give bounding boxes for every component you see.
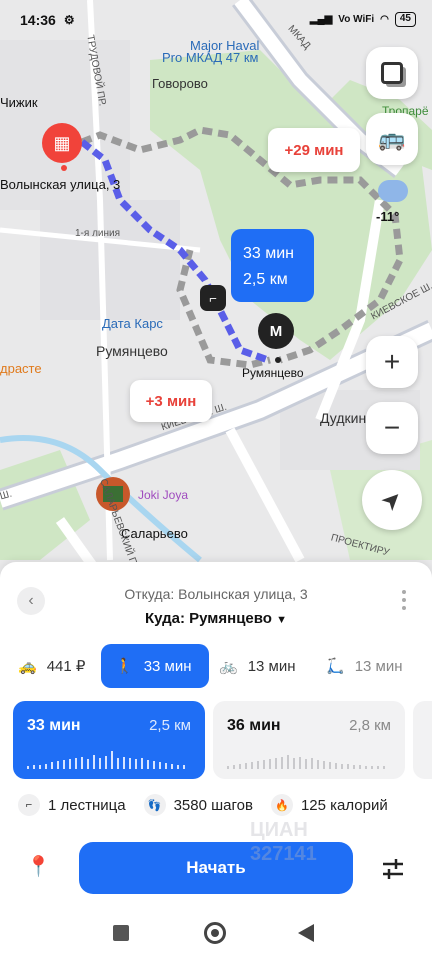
bike-icon: 🚲: [219, 658, 238, 675]
map-label-first-line: 1-я линия: [75, 228, 121, 239]
footprints-icon: 👣: [143, 794, 166, 816]
add-location-pin-icon: 📍: [26, 856, 51, 878]
dropdown-triangle-icon: ▼: [276, 614, 288, 626]
start-button[interactable]: Начать: [79, 842, 353, 894]
wifi-icon: ◠: [380, 14, 389, 25]
route-variant-2[interactable]: 36 мин 2,8 км: [213, 701, 405, 779]
battery-indicator: 45: [394, 12, 416, 27]
back-nav-button[interactable]: [298, 924, 314, 942]
stat-calories: 🔥 125 калорий: [270, 794, 388, 816]
zoom-in-button[interactable]: +: [366, 336, 418, 388]
map-label-rumyantsevo-area: Румянцево: [96, 343, 168, 359]
flame-icon: 🔥: [270, 794, 293, 816]
add-stop-button[interactable]: 📍: [26, 854, 54, 882]
stairs-marker-icon: ⌐: [200, 285, 226, 311]
stat-steps-label: 3580 шагов: [173, 796, 253, 814]
stairs-icon: ⌐: [18, 794, 40, 816]
variant-2-distance: 2,8 км: [349, 717, 391, 734]
my-location-button[interactable]: ➤: [362, 470, 422, 530]
metro-marker[interactable]: М: [258, 313, 294, 349]
status-time: 14:36: [20, 12, 56, 28]
map-label-joki-joya[interactable]: Joki Joya: [138, 488, 188, 502]
gear-icon: ⚙: [63, 13, 75, 27]
variant-1-elevation-graph: [27, 751, 185, 769]
mode-taxi-tab[interactable]: 🚕 441 ₽: [18, 644, 85, 688]
signal-icon: ▂▄▆: [309, 14, 333, 25]
scooter-icon: 🛴: [326, 658, 345, 675]
home-button[interactable]: [204, 922, 226, 944]
plus-icon: +: [383, 346, 401, 377]
mode-walk-tab[interactable]: 🚶 33 мин: [101, 644, 209, 688]
route-bubble-time: 33 мин: [243, 245, 295, 262]
stat-stairs: ⌐ 1 лестница: [18, 794, 126, 816]
stat-steps: 👣 3580 шагов: [143, 794, 253, 816]
mode-scooter-tab[interactable]: 🛴 13 мин: [326, 644, 403, 688]
mode-bike-label: 13 мин: [247, 657, 296, 675]
mode-taxi-label: 441 ₽: [46, 658, 86, 675]
map-label-data-kars[interactable]: Дата Карс: [102, 316, 163, 331]
transport-button[interactable]: 🚌: [366, 113, 418, 165]
system-nav-bar: [0, 910, 432, 960]
layers-icon: [381, 62, 403, 84]
status-bar: 14:36 ⚙ ▂▄▆ Vo WiFi ◠ 45: [0, 0, 432, 40]
wifi-calling-label: Vo WiFi: [338, 14, 375, 25]
zoom-out-button[interactable]: −: [366, 402, 418, 454]
map-view[interactable]: 14:36 ⚙ ▂▄▆ Vo WiFi ◠ 45 Major Haval Pro…: [0, 0, 432, 590]
mode-bike-tab[interactable]: 🚲 13 мин: [219, 644, 296, 688]
route-bubble-distance: 2,5 км: [243, 271, 288, 288]
alt-route-time-top[interactable]: +29 мин: [268, 128, 360, 172]
to-address[interactable]: Куда: Румянцево ▼: [0, 610, 432, 627]
route-stats: ⌐ 1 лестница 👣 3580 шагов 🔥 125 калорий: [18, 794, 406, 816]
weather-temp[interactable]: -11°: [376, 209, 399, 224]
taxi-icon: 🚕: [18, 658, 37, 675]
route-panel: ‹ Откуда: Волынская улица, 3 Куда: Румян…: [0, 562, 432, 910]
map-label-chizhik[interactable]: Чижик: [0, 95, 38, 110]
route-time-bubble[interactable]: 33 мин 2,5 км: [231, 229, 314, 302]
status-indicators: ▂▄▆ Vo WiFi ◠ 45: [310, 12, 416, 27]
from-address[interactable]: Откуда: Волынская улица, 3: [0, 586, 432, 602]
map-label-origin: Волынская улица, 3: [0, 177, 121, 192]
variant-2-elevation-graph: [227, 755, 385, 769]
mode-scooter-label: 13 мин: [354, 657, 403, 675]
walk-icon: 🚶: [115, 658, 134, 675]
origin-pin[interactable]: ▦: [42, 123, 82, 163]
map-label-govorovo: Говорово: [152, 76, 208, 91]
navigation-arrow-icon: ➤: [375, 483, 409, 517]
variant-1-distance: 2,5 км: [149, 717, 191, 734]
layers-button[interactable]: [366, 47, 418, 99]
map-label-salaryevo[interactable]: Саларьево: [121, 526, 188, 541]
map-label-rumyantsevo-metro[interactable]: Румянцево: [242, 366, 304, 380]
stat-calories-label: 125 калорий: [300, 796, 388, 814]
recents-button[interactable]: [113, 925, 129, 941]
sliders-icon: [383, 859, 403, 879]
map-label-drasste[interactable]: драсте: [0, 361, 42, 376]
stat-stairs-label: 1 лестница: [48, 796, 126, 814]
variant-1-time: 33 мин: [27, 717, 81, 734]
route-variant-3-peek[interactable]: [413, 701, 432, 779]
bus-icon: 🚌: [378, 126, 406, 151]
variant-2-time: 36 мин: [227, 717, 281, 734]
minus-icon: −: [383, 412, 401, 443]
to-address-label: Куда: Румянцево: [144, 610, 272, 627]
alt-route-time-bottom[interactable]: +3 мин: [130, 380, 212, 422]
route-settings-button[interactable]: [380, 856, 406, 882]
transport-mode-tabs: 🚕 441 ₽ 🚶 33 мин 🚲 13 мин 🛴 13 мин: [0, 644, 432, 690]
more-menu-button[interactable]: [402, 590, 406, 614]
route-variant-1[interactable]: 33 мин 2,5 км: [13, 701, 205, 779]
weather-icon[interactable]: [378, 180, 408, 202]
mode-walk-label: 33 мин: [143, 657, 192, 675]
map-label-pro-mkad[interactable]: Pro МКАД 47 км: [162, 50, 258, 65]
